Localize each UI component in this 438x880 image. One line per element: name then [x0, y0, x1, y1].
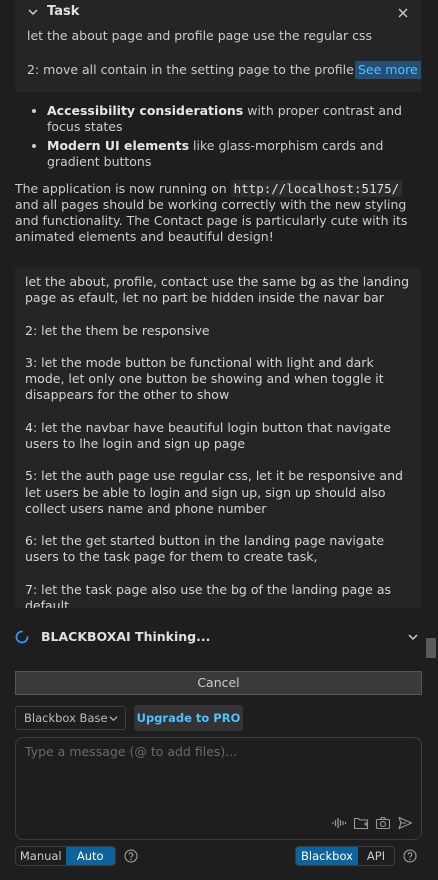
close-icon[interactable] [396, 6, 410, 20]
thinking-label: BLACKBOXAI Thinking... [41, 629, 211, 644]
help-icon[interactable] [124, 849, 138, 863]
assistant-message: The application is now running on http:/… [15, 180, 410, 245]
help-icon[interactable] [403, 849, 417, 863]
message-input-box[interactable] [15, 737, 422, 840]
model-select-value: Blackbox Base [24, 711, 108, 725]
send-icon[interactable] [397, 815, 413, 831]
add-folder-icon[interactable] [353, 815, 369, 831]
task-text-line: 2: move all contain in the setting page … [27, 62, 367, 77]
mode-toggle: Manual Auto [15, 846, 116, 866]
provider-api-button[interactable]: API [358, 847, 394, 865]
task-header[interactable]: Task [27, 4, 79, 19]
thinking-indicator[interactable]: BLACKBOXAI Thinking... [15, 628, 421, 646]
task-title: Task [47, 4, 80, 19]
message-input[interactable] [25, 744, 405, 804]
mode-auto-button[interactable]: Auto [65, 847, 115, 865]
model-select[interactable]: Blackbox Base [15, 706, 126, 730]
see-more-link[interactable]: See more [355, 61, 421, 79]
provider-toggle: Blackbox API [295, 846, 395, 866]
task-text-line: let the about page and profile page use … [27, 28, 373, 43]
cancel-button[interactable]: Cancel [15, 671, 422, 695]
list-item-bold: Modern UI elements [47, 138, 190, 153]
list-item: Accessibility considerations with proper… [47, 103, 427, 135]
list-item: Modern UI elements like glass-morphism c… [47, 138, 427, 170]
provider-blackbox-button[interactable]: Blackbox [296, 847, 358, 865]
chevron-down-icon[interactable] [407, 631, 419, 643]
list-item-bold: Accessibility considerations [47, 103, 244, 118]
task-panel: Task let the about page and profile page… [15, 0, 422, 92]
chevron-down-icon[interactable] [27, 6, 39, 18]
upgrade-button[interactable]: Upgrade to PRO [134, 705, 243, 731]
voice-icon[interactable] [331, 815, 347, 831]
prompt-paragraph: 2: let the them be responsive [25, 322, 210, 338]
prompt-paragraph: 7: let the task page also use the bg of … [25, 581, 392, 608]
spinner-icon [15, 630, 29, 644]
prompt-paragraph: 3: let the mode button be functional wit… [25, 354, 384, 403]
user-prompt: let the about, profile, contact use the … [15, 267, 421, 608]
feature-list: Accessibility considerations with proper… [30, 103, 427, 173]
prompt-paragraph: 5: let the auth page use regular css, le… [25, 468, 403, 516]
localhost-url[interactable]: http://localhost:5175/ [230, 180, 403, 197]
scrollbar-thumb[interactable] [426, 638, 436, 658]
prompt-paragraph: 4: let the navbar have beautiful login b… [25, 419, 391, 451]
message-text: The application is now running on [15, 181, 231, 196]
camera-icon[interactable] [375, 815, 391, 831]
chevron-down-icon [109, 716, 118, 722]
prompt-paragraph: let the about, profile, contact use the … [25, 274, 410, 306]
input-toolbar [331, 815, 413, 831]
message-text: and all pages should be working correctl… [15, 197, 408, 244]
mode-manual-button[interactable]: Manual [16, 847, 66, 865]
prompt-paragraph: 6: let the get started button in the lan… [25, 533, 385, 565]
